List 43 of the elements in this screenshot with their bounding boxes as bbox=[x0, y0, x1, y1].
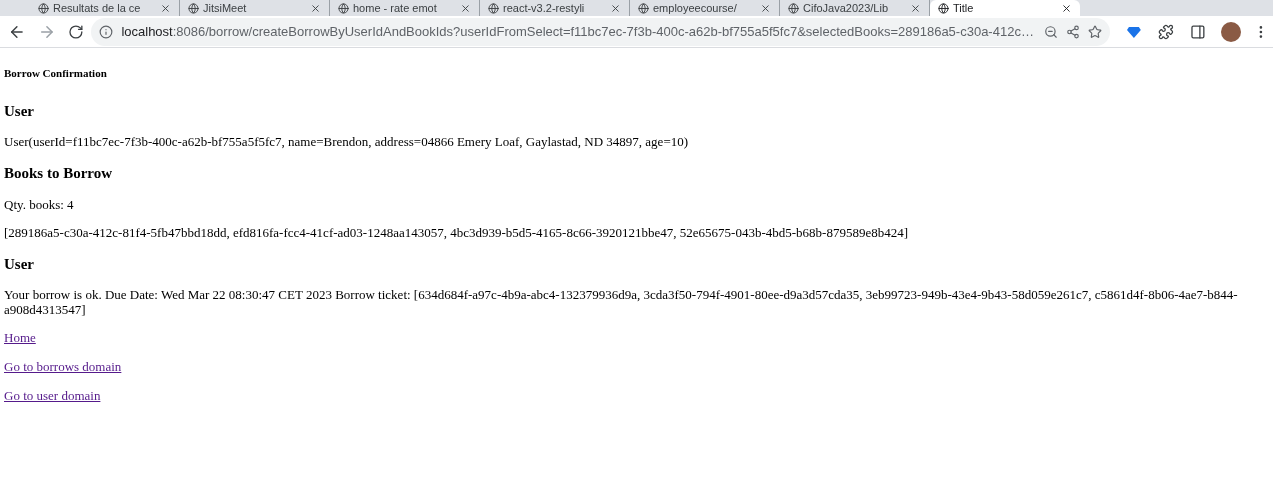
paragraph: Your borrow is ok. Due Date: Wed Mar 22 08:30:47 CET 2023 Borrow ticket: [634d684f-a97c-4b9a-abc4-132379936d9a, 3cda3f50-794f-4901-80ee-d9a3d57cda35, 3eb99723-949b-43e4-9b43-58d059e261c7, c5861d4f-8b06-4ae7-b844-a908d4313547] bbox=[4, 287, 1239, 317]
zoom-out-icon[interactable] bbox=[1043, 24, 1058, 39]
section-heading: Books to Borrow bbox=[4, 164, 114, 183]
star-icon[interactable] bbox=[1087, 24, 1102, 39]
paragraph: User(userId=f11bc7ec-7f3b-400c-a62b-bf755a5f5fc7, name=Brendon, address=04866 Emery Loaf, Gaylastad, ND 34897, age=10) bbox=[4, 134, 690, 149]
browser-tab[interactable]: Title bbox=[930, 0, 1080, 16]
globe-icon bbox=[38, 2, 49, 14]
close-icon[interactable] bbox=[1061, 2, 1072, 14]
share-icon[interactable] bbox=[1065, 24, 1080, 39]
close-icon[interactable] bbox=[610, 2, 621, 14]
close-icon[interactable] bbox=[760, 2, 771, 14]
puzzle-icon[interactable] bbox=[1157, 23, 1174, 40]
paragraph: Qty. books: 4 bbox=[4, 196, 75, 212]
globe-icon bbox=[638, 2, 649, 14]
tab-title: react-v3.2-restyli bbox=[503, 2, 586, 14]
page-title: Borrow Confirmation bbox=[4, 66, 108, 81]
link[interactable]: Go to borrows domain bbox=[4, 359, 122, 374]
paragraph: [289186a5-c30a-412c-81f4-5fb47bbd18dd, efd816fa-fcc4-41cf-ad03-1248aa143057, 4bc3d939-b5d5-4165-8c66-3920121bbe47, 52e65675-043b-4bd5-b68b-879589e8b424] bbox=[4, 224, 909, 240]
close-icon[interactable] bbox=[460, 2, 471, 14]
avatar[interactable] bbox=[1221, 21, 1242, 42]
reload-icon[interactable] bbox=[67, 23, 84, 40]
section-heading: User bbox=[4, 254, 35, 274]
globe-icon bbox=[338, 2, 349, 14]
close-icon[interactable] bbox=[310, 2, 321, 14]
tab-title: Title bbox=[953, 2, 975, 14]
tab-title: home - rate emot bbox=[353, 2, 438, 14]
section-heading: User bbox=[4, 101, 35, 121]
close-icon[interactable] bbox=[910, 2, 921, 14]
info-icon bbox=[99, 24, 114, 39]
globe-icon bbox=[188, 2, 199, 14]
address-bar[interactable]: localhost:8086/borrow/createBorrowByUserIdAndBookIds?userIdFromSelect=f11bc7ec-7f3b-400c-a62b-bf755a5f5fc7&selectedBooks=289186a5-c30a-412c… bbox=[91, 17, 1110, 46]
close-icon[interactable] bbox=[160, 2, 171, 14]
tab-title: CifoJava2023/Lib bbox=[803, 2, 889, 14]
globe-icon bbox=[788, 2, 799, 14]
link[interactable]: Go to user domain bbox=[4, 388, 101, 403]
link[interactable]: Home bbox=[4, 330, 36, 345]
tab-title: JitsiMeet bbox=[203, 2, 248, 14]
side-panel-icon[interactable] bbox=[1189, 23, 1206, 40]
tab-title: Resultats de la ce bbox=[53, 2, 142, 14]
tab-title: employeecourse/ bbox=[653, 2, 738, 14]
url-text: localhost:8086/borrow/createBorrowByUserIdAndBookIds?userIdFromSelect=f11bc7ec-7f3b-400c-a62b-bf755a5f5fc7&selectedBooks=289186a5-c30a-412c… bbox=[121, 22, 1035, 41]
globe-icon bbox=[938, 2, 949, 14]
globe-icon bbox=[488, 2, 499, 14]
